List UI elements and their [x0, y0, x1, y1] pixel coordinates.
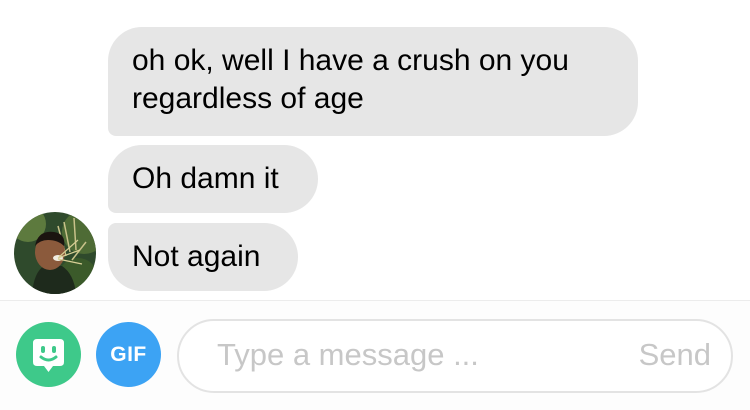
- message-bubble: Oh damn it: [108, 145, 318, 213]
- sticker-face-icon: [33, 339, 64, 372]
- send-button[interactable]: Send: [639, 337, 711, 373]
- avatar[interactable]: [14, 212, 96, 294]
- message-bubble: Not again: [108, 223, 298, 291]
- message-placeholder: Type a message ...: [217, 337, 479, 372]
- chat-screen: oh ok, well I have a crush on you regard…: [0, 0, 750, 410]
- message-input[interactable]: Type a message ... Send: [177, 319, 733, 393]
- avatar-photo: [14, 212, 96, 294]
- gif-button[interactable]: GIF: [96, 322, 161, 387]
- message-bubble: oh ok, well I have a crush on you regard…: [108, 27, 638, 136]
- sticker-button[interactable]: [16, 322, 81, 387]
